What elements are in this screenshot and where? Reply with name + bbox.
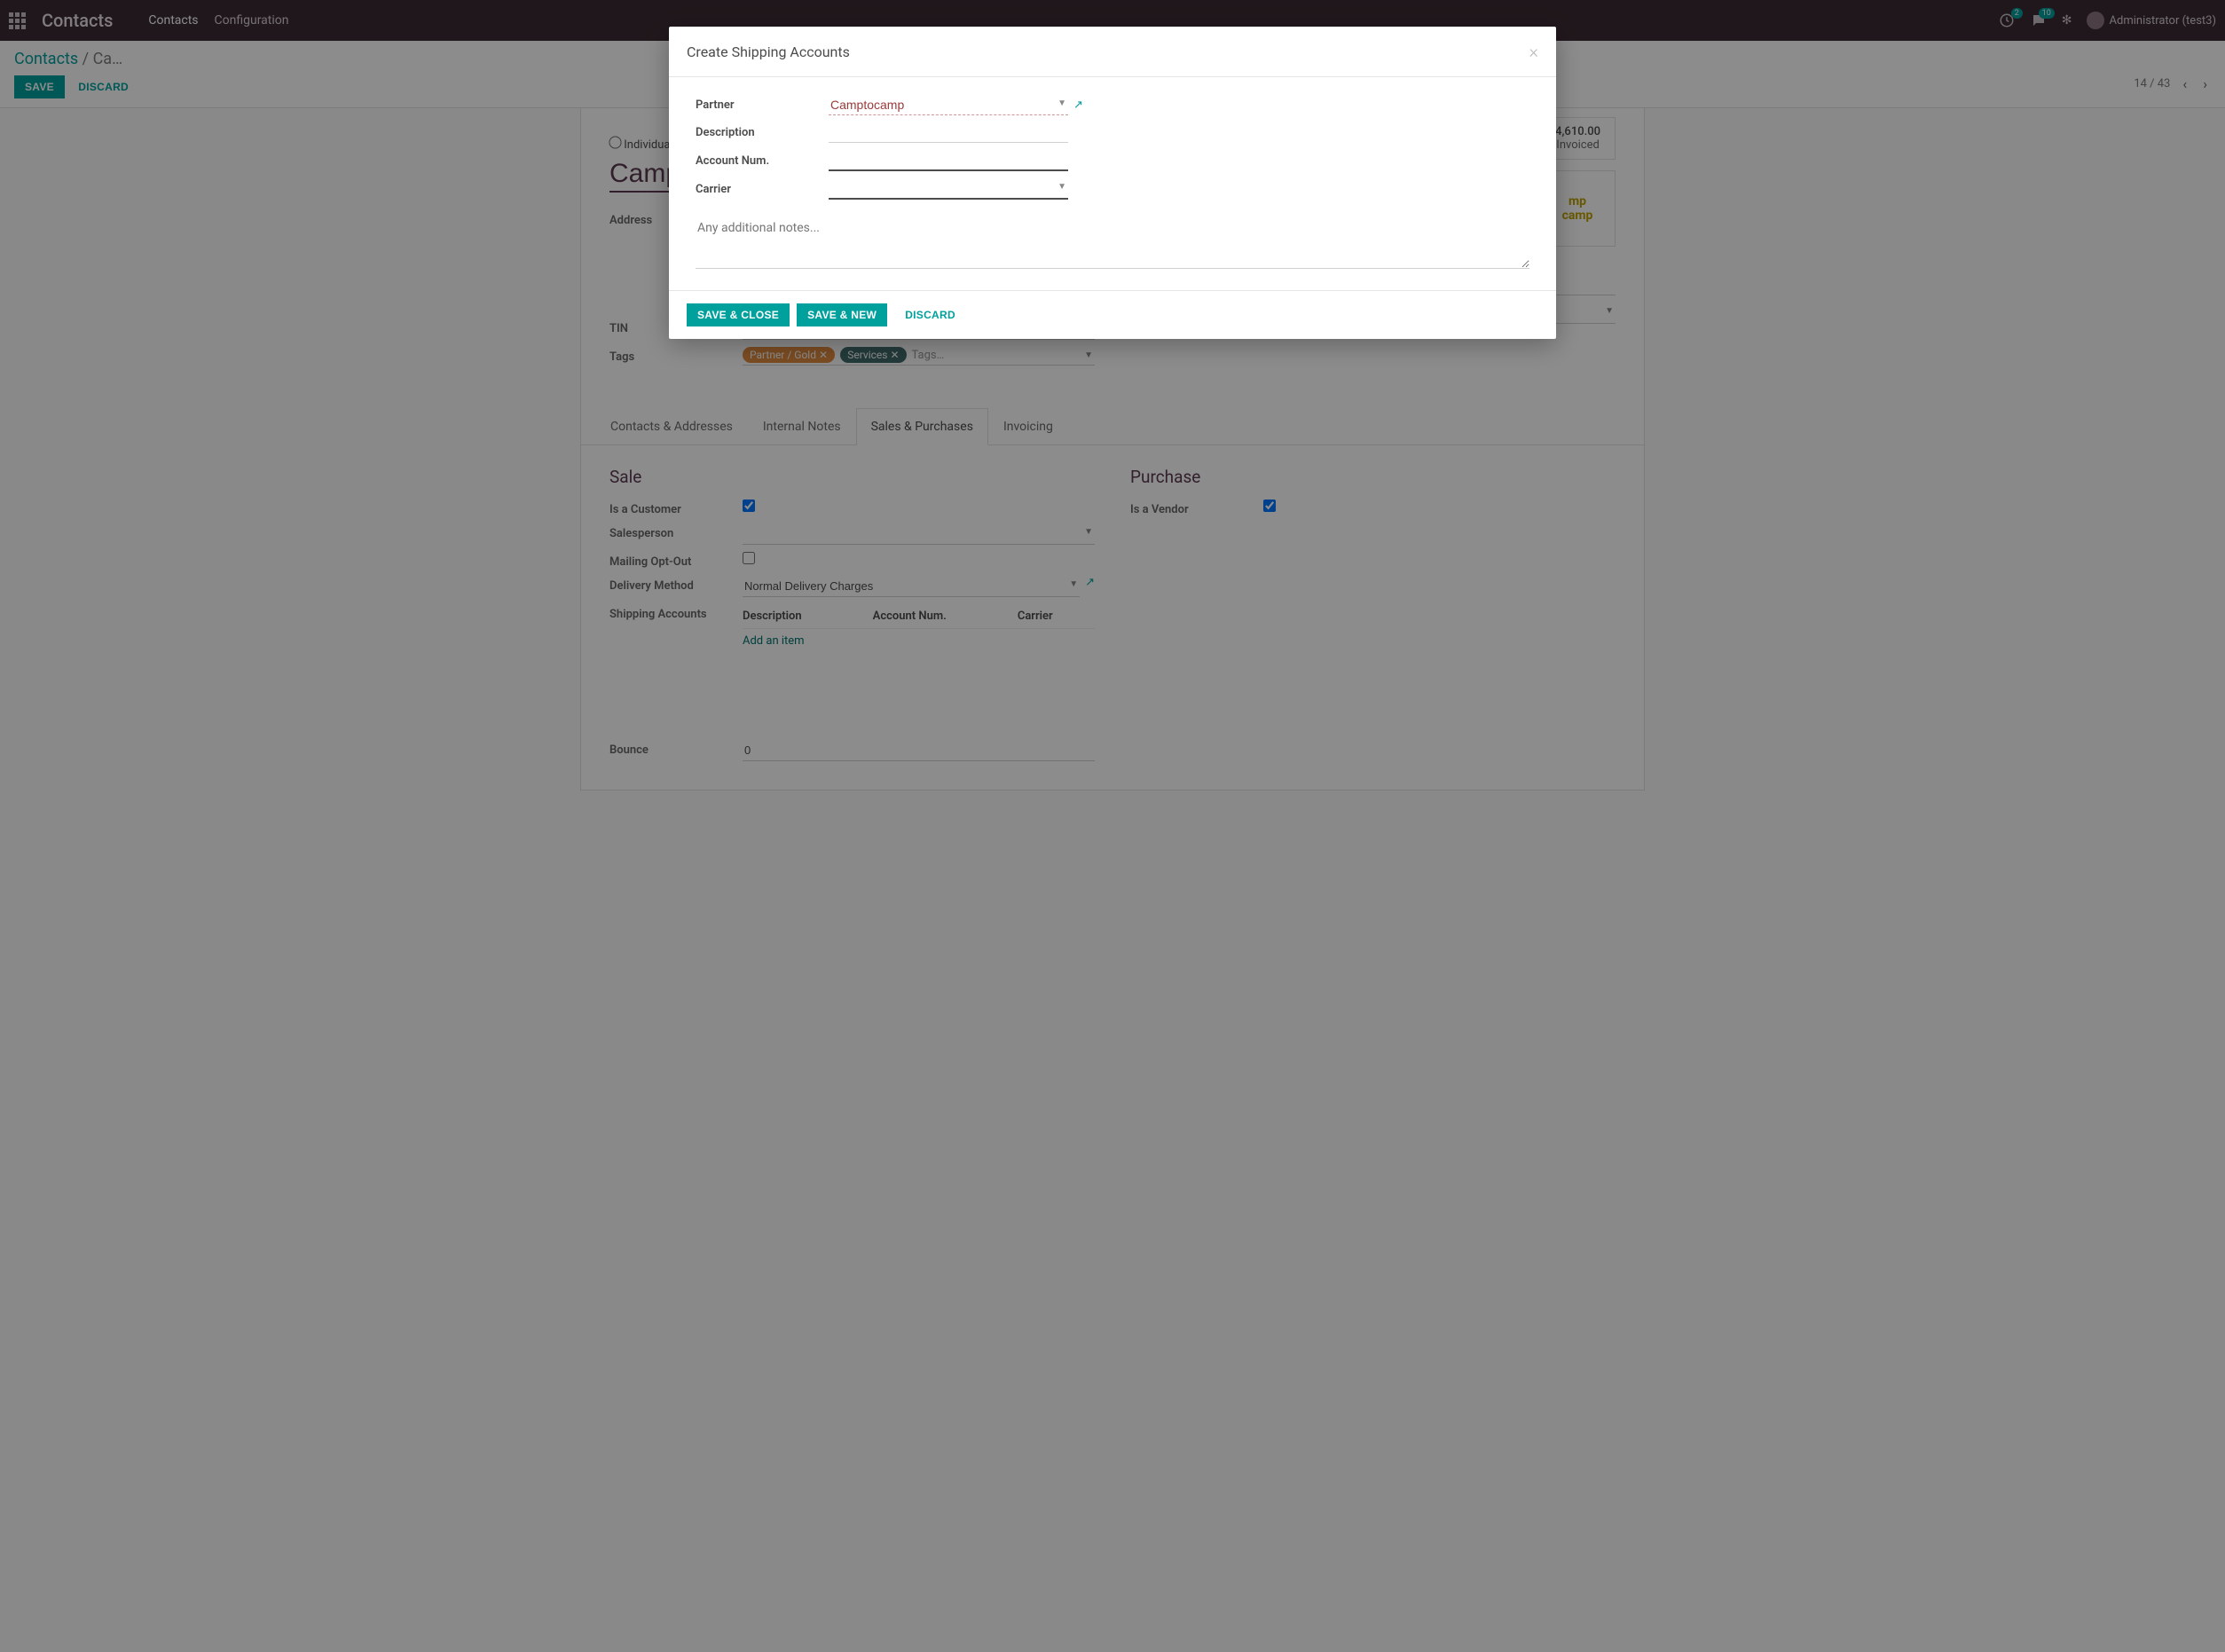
modal-notes-textarea[interactable] [696,216,1529,269]
modal-label-carrier: Carrier [696,183,829,196]
modal-title: Create Shipping Accounts [687,43,850,60]
modal-label-account-num: Account Num. [696,154,829,168]
modal-footer: SAVE & CLOSE SAVE & NEW DISCARD [669,290,1556,339]
save-new-button[interactable]: SAVE & NEW [797,303,887,326]
modal-carrier-input[interactable] [829,178,1068,200]
modal-label-partner: Partner [696,98,829,112]
modal-label-description: Description [696,126,829,139]
modal-description-input[interactable] [829,122,1068,143]
modal-body: Partner ▼ ↗ Description Account Num. Car… [669,77,1556,290]
modal-close-icon[interactable]: × [1529,41,1538,62]
partner-external-icon[interactable]: ↗ [1073,98,1083,112]
create-shipping-modal: Create Shipping Accounts × Partner ▼ ↗ D… [669,27,1556,339]
modal-discard-button[interactable]: DISCARD [894,303,966,326]
modal-header: Create Shipping Accounts × [669,27,1556,77]
modal-partner-input[interactable] [829,95,1068,115]
modal-account-num-input[interactable] [829,150,1068,171]
save-close-button[interactable]: SAVE & CLOSE [687,303,790,326]
